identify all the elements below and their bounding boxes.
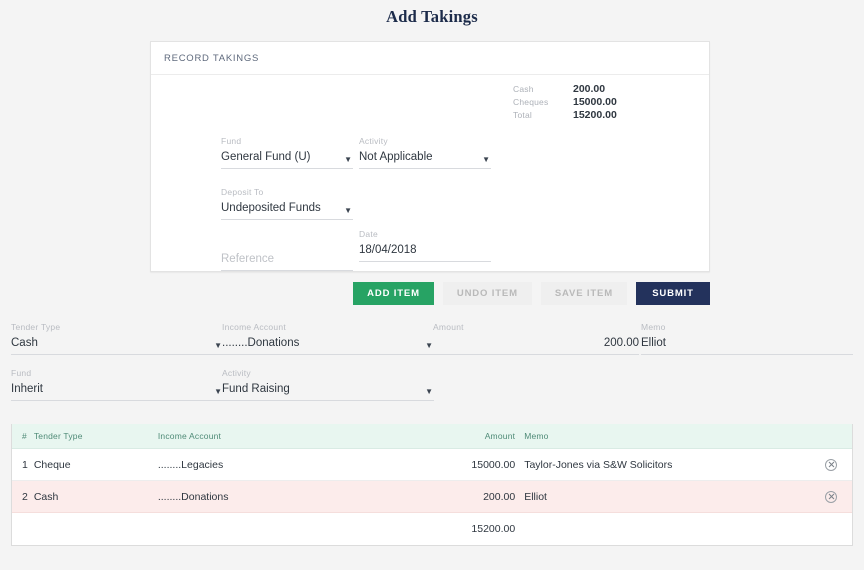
- column-header-memo: Memo: [524, 431, 549, 441]
- submit-button[interactable]: SUBMIT: [636, 282, 710, 305]
- amount-value: 200.00: [603, 337, 639, 349]
- summary-row-cash: Cash 200.00: [513, 82, 693, 95]
- card-header-label: RECORD TAKINGS: [164, 52, 260, 64]
- row-actions[interactable]: [811, 490, 852, 503]
- delete-icon[interactable]: [825, 490, 838, 503]
- chevron-down-icon: ▼: [425, 341, 433, 350]
- add-takings-page: Add Takings RECORD TAKINGS Fund General …: [0, 0, 864, 570]
- column-header-amount: Amount: [484, 431, 516, 441]
- summary-label-cash: Cash: [513, 83, 534, 94]
- summary-value-total: 15200.00: [573, 108, 617, 121]
- column-header-tender-type: Tender Type: [33, 431, 83, 441]
- row-amount: 15000.00: [471, 458, 516, 471]
- page-title: Add Takings: [386, 7, 478, 26]
- deposit-to-value: Undeposited Funds: [221, 202, 321, 214]
- action-button-row: ADD ITEM UNDO ITEM SAVE ITEM SUBMIT: [150, 282, 710, 305]
- row-memo: Taylor-Jones via S&W Solicitors: [524, 458, 673, 471]
- amount-label: Amount: [433, 322, 464, 332]
- memo-value: Elliot: [641, 337, 666, 349]
- detail-fund-label: Fund: [11, 368, 32, 378]
- summary-row-cheques: Cheques 15000.00: [513, 95, 693, 108]
- row-actions[interactable]: [811, 458, 852, 471]
- footer-total-amount: 15200.00: [471, 523, 516, 535]
- reference-control[interactable]: Reference: [221, 249, 353, 271]
- reference-input[interactable]: Reference: [221, 237, 353, 271]
- detail-activity-label: Activity: [222, 368, 251, 378]
- reference-label: [221, 237, 353, 249]
- row-memo: Elliot: [524, 490, 547, 503]
- row-tender-type: Cash: [33, 490, 59, 503]
- detail-activity-value: Fund Raising: [222, 383, 290, 395]
- detail-fund-control[interactable]: Inherit ▼: [11, 379, 223, 401]
- chevron-down-icon: ▼: [344, 155, 352, 164]
- column-header-number: #: [22, 431, 27, 441]
- date-control[interactable]: 18/04/2018: [359, 240, 491, 262]
- tender-type-value: Cash: [11, 337, 38, 349]
- income-account-control[interactable]: ........Donations ▼: [222, 333, 434, 355]
- tender-type-select[interactable]: Tender Type Cash ▼: [11, 321, 223, 355]
- summary-row-total: Total 15200.00: [513, 108, 693, 121]
- detail-fund-select[interactable]: Fund Inherit ▼: [11, 367, 223, 401]
- reference-placeholder: Reference: [221, 253, 275, 265]
- record-takings-card-body: Fund General Fund (U) ▼ Activity Not App…: [151, 75, 709, 272]
- chevron-down-icon: ▼: [344, 206, 352, 215]
- table-row[interactable]: 1 Cheque ........Legacies 15000.00 Taylo…: [12, 449, 852, 481]
- record-takings-card-header: RECORD TAKINGS: [151, 42, 709, 75]
- table-row[interactable]: 2 Cash ........Donations 200.00 Elliot: [12, 481, 852, 513]
- chevron-down-icon: ▼: [482, 155, 490, 164]
- chevron-down-icon: ▼: [214, 387, 222, 396]
- takings-items-table: # Tender Type Income Account Amount Memo…: [11, 424, 853, 546]
- tender-type-label: Tender Type: [11, 322, 61, 332]
- row-amount: 200.00: [483, 490, 516, 503]
- item-detail-form: Tender Type Cash ▼ Income Account ......…: [0, 316, 864, 416]
- fund-label: Fund: [221, 136, 242, 146]
- memo-input[interactable]: Memo Elliot: [641, 321, 853, 355]
- table-header-row: # Tender Type Income Account Amount Memo: [12, 424, 852, 449]
- memo-control[interactable]: Elliot: [641, 333, 853, 355]
- date-input[interactable]: Date 18/04/2018: [359, 228, 491, 262]
- activity-select[interactable]: Activity Not Applicable ▼: [359, 135, 491, 169]
- save-item-button[interactable]: SAVE ITEM: [540, 282, 627, 305]
- detail-fund-value: Inherit: [11, 383, 43, 395]
- activity-control[interactable]: Not Applicable ▼: [359, 147, 491, 169]
- summary-label-cheques: Cheques: [513, 96, 549, 107]
- memo-label: Memo: [641, 322, 666, 332]
- fund-value: General Fund (U): [221, 151, 311, 163]
- deposit-to-label: Deposit To: [221, 187, 264, 197]
- date-value: 18/04/2018: [359, 244, 417, 256]
- delete-icon[interactable]: [825, 458, 838, 471]
- activity-label: Activity: [359, 136, 388, 146]
- summary-value-cheques: 15000.00: [573, 95, 617, 108]
- deposit-to-control[interactable]: Undeposited Funds ▼: [221, 198, 353, 220]
- row-income-account: ........Legacies: [157, 458, 224, 471]
- chevron-down-icon: ▼: [214, 341, 222, 350]
- fund-control[interactable]: General Fund (U) ▼: [221, 147, 353, 169]
- amount-control[interactable]: 200.00: [433, 333, 639, 355]
- row-tender-type: Cheque: [33, 458, 71, 471]
- amount-input[interactable]: Amount 200.00: [433, 321, 639, 355]
- tender-type-control[interactable]: Cash ▼: [11, 333, 223, 355]
- record-takings-card: RECORD TAKINGS Fund General Fund (U) ▼ A…: [150, 41, 710, 272]
- detail-activity-select[interactable]: Activity Fund Raising ▼: [222, 367, 434, 401]
- income-account-select[interactable]: Income Account ........Donations ▼: [222, 321, 434, 355]
- summary-value-cash: 200.00: [573, 82, 606, 95]
- detail-activity-control[interactable]: Fund Raising ▼: [222, 379, 434, 401]
- row-number: 1: [22, 458, 28, 471]
- activity-value: Not Applicable: [359, 151, 433, 163]
- income-account-label: Income Account: [222, 322, 286, 332]
- income-account-value: ........Donations: [222, 337, 300, 349]
- date-label: Date: [359, 229, 378, 239]
- summary-label-total: Total: [513, 109, 532, 120]
- fund-select[interactable]: Fund General Fund (U) ▼: [221, 135, 353, 169]
- column-header-income-account: Income Account: [157, 431, 222, 441]
- undo-item-button[interactable]: UNDO ITEM: [442, 282, 532, 305]
- add-item-button[interactable]: ADD ITEM: [353, 282, 434, 305]
- takings-summary: Cash 200.00 Cheques 15000.00 Total 15200…: [513, 82, 693, 121]
- row-income-account: ........Donations: [157, 490, 229, 503]
- chevron-down-icon: ▼: [425, 387, 433, 396]
- row-number: 2: [22, 490, 28, 503]
- deposit-to-select[interactable]: Deposit To Undeposited Funds ▼: [221, 186, 353, 220]
- table-footer-row: 15200.00: [12, 513, 852, 545]
